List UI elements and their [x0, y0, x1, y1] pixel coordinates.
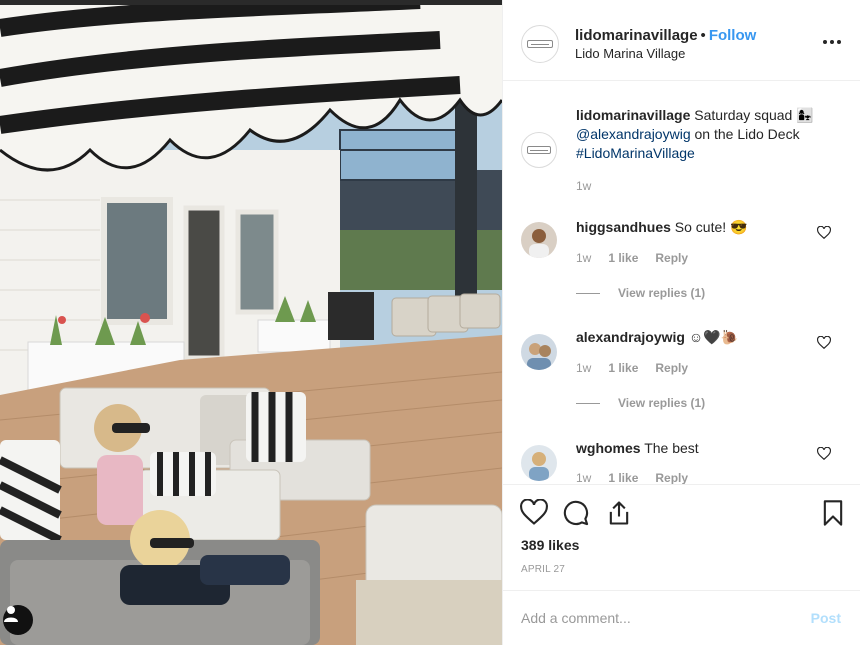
- comment-likes[interactable]: 1 like: [608, 361, 638, 375]
- post-details-panel: lidomarinavillage • Follow Lido Marina Vil…: [502, 0, 860, 645]
- follow-button[interactable]: Follow: [709, 27, 757, 44]
- comment-avatar[interactable]: [521, 445, 557, 481]
- comment-username[interactable]: wghomes: [576, 440, 641, 456]
- comment-text: The best: [644, 440, 699, 456]
- reply-button[interactable]: Reply: [655, 471, 688, 484]
- caption-avatar[interactable]: [521, 132, 557, 168]
- caption-age[interactable]: 1w: [576, 179, 591, 193]
- comment-avatar[interactable]: [521, 334, 557, 370]
- comment-likes[interactable]: 1 like: [608, 251, 638, 265]
- post-actions: 389 likes APRIL 27: [503, 484, 860, 590]
- caption-text: Saturday squad: [694, 107, 793, 123]
- comment-age[interactable]: 1w: [576, 471, 591, 484]
- caption-mention[interactable]: @alexandrajoywig: [576, 126, 691, 142]
- share-icon[interactable]: [605, 499, 633, 527]
- comments-list[interactable]: lidomarinavillage Saturday squad 👩‍👧 @al…: [503, 82, 860, 484]
- bookmark-icon[interactable]: [819, 499, 847, 527]
- header-separator: •: [700, 27, 706, 44]
- comment-heart-icon[interactable]: [817, 336, 831, 350]
- photo-scene: [0, 0, 502, 645]
- header-username[interactable]: lidomarinavillage: [575, 27, 698, 44]
- comment-text: So cute! 😎: [674, 219, 748, 235]
- reply-button[interactable]: Reply: [655, 361, 688, 375]
- comment-heart-icon[interactable]: [817, 447, 831, 461]
- comment-heart-icon[interactable]: [817, 226, 831, 240]
- caption-username[interactable]: lidomarinavillage: [576, 107, 690, 123]
- replies-line: [576, 402, 600, 404]
- caption-emoji: 👩‍👧: [796, 107, 814, 123]
- location-link[interactable]: Lido Marina Village: [575, 46, 685, 61]
- view-replies-button[interactable]: View replies (1): [618, 396, 705, 410]
- comment-text: ☺🖤🐌: [688, 329, 738, 345]
- likes-count[interactable]: 389 likes: [521, 537, 579, 553]
- comment-username[interactable]: higgsandhues: [576, 219, 671, 235]
- more-options-icon[interactable]: [823, 40, 841, 44]
- caption-text-after: on the Lido Deck: [694, 126, 800, 142]
- view-replies-button[interactable]: View replies (1): [618, 286, 705, 300]
- comment-age[interactable]: 1w: [576, 251, 591, 265]
- profile-avatar[interactable]: [521, 25, 559, 63]
- replies-line: [576, 292, 600, 294]
- post-header: lidomarinavillage • Follow Lido Marina Vil…: [503, 5, 860, 81]
- post-date[interactable]: APRIL 27: [521, 564, 565, 575]
- comment-icon[interactable]: [562, 499, 590, 527]
- comment-avatar[interactable]: [521, 222, 557, 258]
- user-tag-icon[interactable]: [3, 605, 33, 635]
- comment-age[interactable]: 1w: [576, 361, 591, 375]
- reply-button[interactable]: Reply: [655, 251, 688, 265]
- add-comment-bar: Post: [503, 590, 860, 645]
- caption-hashtag[interactable]: #LidoMarinaVillage: [576, 145, 695, 161]
- comment-username[interactable]: alexandrajoywig: [576, 329, 685, 345]
- post-comment-button[interactable]: Post: [811, 610, 841, 626]
- comment-input[interactable]: [521, 607, 791, 629]
- heart-icon[interactable]: [520, 499, 548, 527]
- comment-likes[interactable]: 1 like: [608, 471, 638, 484]
- post-photo[interactable]: [0, 0, 502, 645]
